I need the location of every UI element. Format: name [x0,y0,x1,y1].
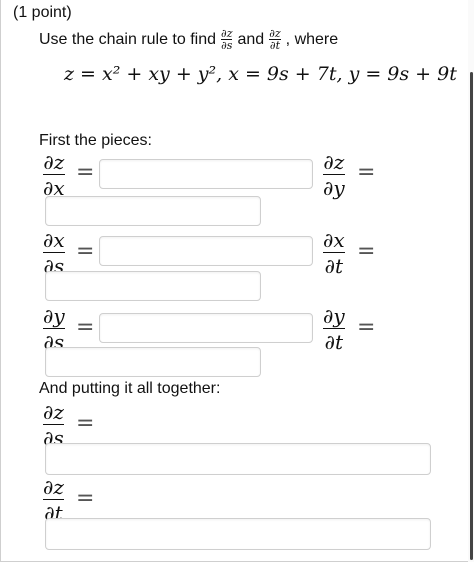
equals-sign: = [357,239,376,264]
dy-dt-input[interactable] [45,347,261,377]
fraction-denominator: ∂t [324,330,344,354]
equals-sign: = [76,160,95,185]
fraction-numerator: ∂y [43,304,65,328]
fraction-numerator: ∂x [43,228,65,252]
dx-dt-input[interactable] [45,271,261,301]
fraction-numerator: ∂z [221,27,233,40]
fraction-numerator: ∂y [323,304,345,328]
label-dy-ds: ∂y ∂s [43,305,65,353]
fraction-denominator: ∂t [269,39,280,52]
intro-suffix: , where [285,30,339,48]
fraction-numerator: ∂z [269,27,281,40]
equals-sign: = [76,411,95,436]
equals-sign: = [357,160,376,185]
label-dz-dx: ∂z ∂x [43,151,65,199]
dz-dx-input[interactable] [99,159,313,189]
fraction-dz-dt: ∂z ∂t [269,27,281,52]
label-dz-dt: ∂z ∂t [43,476,64,524]
dy-ds-input[interactable] [99,313,313,343]
scrollbar[interactable] [468,0,474,562]
dz-ds-input[interactable] [45,443,431,475]
together-heading: And putting it all together: [39,380,221,397]
fraction-numerator: ∂x [323,228,345,252]
fraction-denominator: ∂s [221,39,233,52]
fraction-numerator: ∂z [43,475,64,499]
given-equations: z = x² + xy + y², x = 9s + 7t, y = 9s + … [64,63,457,85]
fraction-denominator: ∂t [324,254,343,278]
equals-sign: = [76,486,95,511]
dx-ds-input[interactable] [99,236,313,266]
problem-statement: Use the chain rule to find ∂z ∂s and ∂z … [39,28,338,51]
label-dy-dt: ∂y ∂t [323,305,345,353]
label-dz-ds: ∂z ∂s [43,401,64,449]
label-dz-dy: ∂z ∂y [323,151,345,199]
fraction-dz-ds: ∂z ∂s [221,27,233,52]
equals-sign: = [76,315,95,340]
fraction-numerator: ∂z [43,400,64,424]
dz-dt-input[interactable] [45,518,431,550]
label-dx-ds: ∂x ∂s [43,229,65,277]
equals-sign: = [357,315,376,340]
fraction-numerator: ∂z [323,150,345,174]
scrollbar-thumb[interactable] [470,72,473,560]
intro-conjunction: and [237,30,265,48]
fraction-numerator: ∂z [43,150,65,174]
equals-sign: = [76,239,95,264]
point-value: (1 point) [13,4,72,21]
dz-dy-input[interactable] [45,196,261,226]
label-dx-dt: ∂x ∂t [323,229,345,277]
intro-prefix: Use the chain rule to find [39,30,216,48]
fraction-denominator: ∂y [323,176,345,200]
pieces-heading: First the pieces: [39,132,152,149]
